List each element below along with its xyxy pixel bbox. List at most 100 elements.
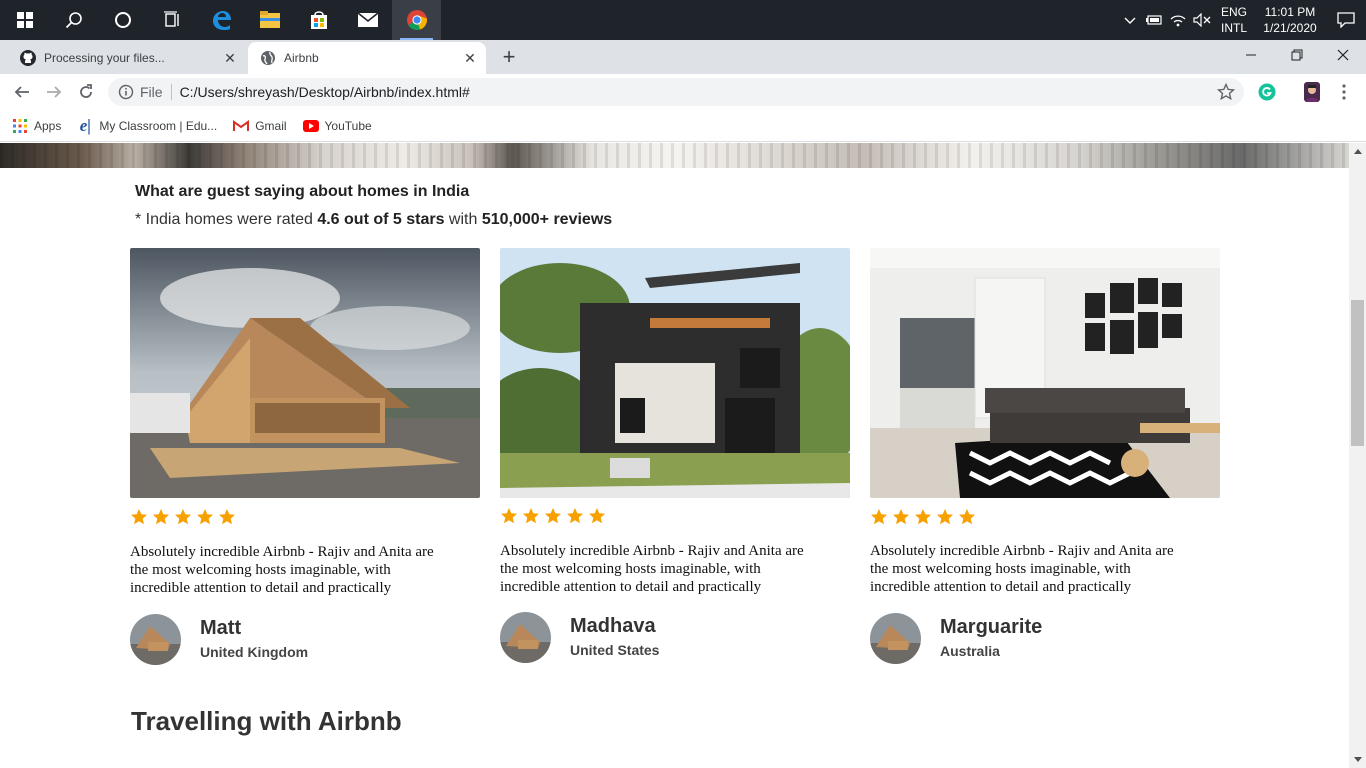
back-button[interactable] (10, 80, 34, 104)
clock-time: 11:01 PM (1264, 5, 1316, 19)
star-icon (501, 508, 517, 524)
scroll-up-button[interactable] (1349, 143, 1366, 160)
travelling-section-heading: Travelling with Airbnb (131, 706, 402, 736)
forward-button[interactable] (42, 80, 66, 104)
rating-review-count: 510,000+ reviews (481, 211, 613, 228)
task-view-button[interactable] (147, 0, 196, 40)
star-icon (937, 509, 953, 525)
windows-logo-icon (16, 12, 33, 28)
profile-avatar-button[interactable] (1300, 80, 1324, 104)
cortana-icon (114, 12, 131, 28)
input-language-button[interactable]: ENG INTL (1214, 4, 1254, 36)
reviewer-info: Matt United Kingdom (200, 616, 308, 660)
file-explorer-button[interactable] (245, 0, 294, 40)
star-icon (131, 509, 147, 525)
reviews-section-heading: What are guest saying about homes in Ind… (135, 183, 470, 200)
address-bar[interactable]: File C:/Users/shreyash/Desktop/Airbnb/in… (108, 78, 1244, 106)
page-viewport: What are guest saying about homes in Ind… (0, 143, 1349, 768)
tab-airbnb[interactable]: Airbnb ✕ (248, 42, 486, 74)
star-shape (959, 509, 975, 525)
star-shape (545, 508, 561, 524)
chrome-menu-button[interactable] (1332, 80, 1356, 104)
restore-icon (1291, 49, 1303, 61)
clock-button[interactable]: 11:01 PM 1/21/2020 (1254, 4, 1326, 36)
star-icon (589, 508, 605, 524)
hero-banner-image (0, 143, 1349, 168)
network-button[interactable] (1166, 0, 1190, 40)
grammarly-icon (1258, 83, 1276, 101)
globe-icon (260, 50, 276, 66)
review-text: Absolutely incredible Airbnb - Rajiv and… (870, 543, 1174, 595)
github-icon (20, 50, 36, 66)
windows-taskbar: ENG INTL 11:01 PM 1/21/2020 (0, 0, 1366, 40)
star-outline-icon (1217, 83, 1235, 101)
rating-summary: * India homes were rated 4.6 out of 5 st… (135, 211, 612, 229)
chrome-button[interactable] (392, 0, 441, 40)
new-tab-button[interactable]: + (497, 46, 521, 70)
reviewer-info: Madhava United States (570, 614, 659, 658)
cortana-button[interactable] (98, 0, 147, 40)
star-shape (153, 509, 169, 525)
start-button[interactable] (0, 0, 49, 40)
action-center-button[interactable] (1326, 0, 1366, 40)
star-icon (893, 509, 909, 525)
close-window-button[interactable] (1320, 40, 1366, 70)
task-view-icon (163, 11, 179, 27)
mail-button[interactable] (343, 0, 392, 40)
tab-title: Processing your files... (44, 51, 165, 65)
star-icon (153, 509, 169, 525)
grammarly-extension-button[interactable] (1255, 80, 1279, 104)
bookmark-apps[interactable]: Apps (12, 118, 61, 134)
star-shape (871, 509, 887, 525)
tab-processing-files[interactable]: Processing your files... ✕ (8, 42, 246, 74)
youtube-icon (302, 118, 319, 134)
profile-avatar-icon (1304, 82, 1320, 102)
reviewer-avatar (870, 613, 921, 664)
chevron-up-icon (1124, 17, 1136, 24)
chrome-icon (406, 10, 427, 30)
reviewer-info: Marguarite Australia (940, 615, 1042, 659)
reviewer: Madhava United States (500, 612, 850, 663)
star-icon (545, 508, 561, 524)
close-tab-button[interactable]: ✕ (460, 48, 480, 68)
home-photo-modern-house[interactable] (500, 248, 850, 498)
edge-button[interactable] (196, 0, 245, 40)
star-icon (175, 509, 191, 525)
minimize-button[interactable] (1228, 40, 1274, 70)
search-button[interactable] (49, 0, 98, 40)
info-icon[interactable] (118, 84, 134, 100)
close-tab-button[interactable]: ✕ (220, 48, 240, 68)
volume-button[interactable] (1190, 0, 1214, 40)
bookmarks-bar: Apps e| My Classroom | Edu... Gmail YouT… (0, 110, 1366, 142)
bookmark-my-classroom[interactable]: e| My Classroom | Edu... (77, 116, 217, 135)
bookmark-star-button[interactable] (1216, 82, 1236, 102)
url-text[interactable]: C:/Users/shreyash/Desktop/Airbnb/index.h… (180, 84, 470, 100)
home-photo-wooden-cabin[interactable] (130, 248, 480, 498)
star-rating (130, 508, 480, 526)
reload-button[interactable] (74, 80, 98, 104)
minimize-icon (1246, 54, 1256, 56)
restore-button[interactable] (1274, 40, 1320, 70)
scroll-thumb[interactable] (1351, 300, 1364, 446)
review-card: Absolutely incredible Airbnb - Rajiv and… (500, 248, 850, 663)
caret-down-icon (1353, 757, 1362, 762)
star-shape (175, 509, 191, 525)
review-card: Absolutely incredible Airbnb - Rajiv and… (130, 248, 480, 665)
store-icon (310, 11, 327, 29)
keyboard-layout-label: INTL (1220, 21, 1247, 35)
edge-icon (212, 11, 231, 30)
bookmark-gmail[interactable]: Gmail (233, 118, 287, 134)
star-shape (131, 509, 147, 525)
scroll-down-button[interactable] (1349, 751, 1366, 768)
star-shape (915, 509, 931, 525)
volume-muted-icon (1193, 13, 1211, 27)
home-photo-living-room[interactable] (870, 248, 1220, 498)
bookmark-label: Gmail (255, 118, 287, 133)
store-button[interactable] (294, 0, 343, 40)
show-hidden-icons-button[interactable] (1118, 0, 1142, 40)
bookmark-youtube[interactable]: YouTube (302, 118, 372, 134)
clock-date: 1/21/2020 (1263, 21, 1317, 35)
star-icon (959, 509, 975, 525)
page-scrollbar[interactable] (1349, 143, 1366, 768)
battery-button[interactable] (1142, 0, 1166, 40)
